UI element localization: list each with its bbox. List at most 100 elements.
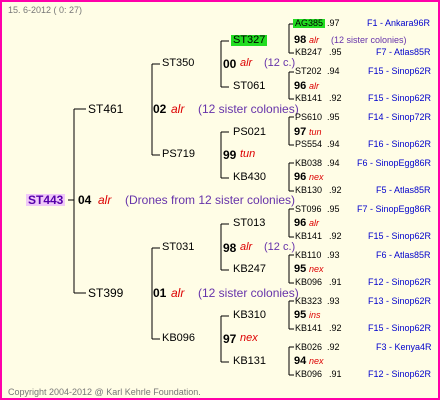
- gen3-generation: 96: [294, 80, 307, 92]
- gen4-reference: F7 - Atlas85R: [376, 47, 431, 57]
- gen4-queen-id[interactable]: KB141: [295, 94, 322, 103]
- gen4-queen-id[interactable]: KB038: [295, 159, 322, 168]
- gen3-queen-id[interactable]: ST061: [233, 81, 265, 92]
- gen1-race: alr: [171, 286, 185, 300]
- gen1-generation: 01: [153, 286, 167, 300]
- gen4-queen-id[interactable]: KB141: [295, 324, 322, 333]
- header-date: 15. 6-2012 ( 0: 27): [8, 5, 83, 15]
- gen1-note: (12 sister colonies): [198, 102, 299, 116]
- gen4-reference: F6 - Atlas85R: [376, 250, 431, 260]
- gen4-year: .95: [327, 204, 340, 214]
- gen4-year: .97: [327, 18, 340, 28]
- gen4-queen-id[interactable]: ST202: [295, 67, 322, 76]
- gen4-year: .95: [327, 112, 340, 122]
- gen4-year: .92: [329, 185, 342, 195]
- gen4-queen-id[interactable]: AG385: [293, 19, 326, 28]
- gen4-year: .92: [327, 342, 340, 352]
- gen3-generation: 96: [294, 171, 307, 183]
- gen2-queen-id[interactable]: PS719: [162, 149, 195, 160]
- gen4-reference: F14 - Sinop72R: [368, 112, 432, 122]
- gen2-race: tun: [240, 148, 256, 160]
- gen2-race: alr: [240, 57, 253, 69]
- gen4-reference: F7 - SinopEgg86R: [357, 204, 432, 214]
- gen2-queen-id[interactable]: KB096: [162, 333, 195, 344]
- gen2-race: nex: [240, 332, 258, 344]
- root-race: alr: [98, 193, 112, 207]
- gen4-year: .94: [327, 139, 340, 149]
- gen4-reference: F15 - Sinop62R: [368, 66, 432, 76]
- gen4-reference: F12 - Sinop62R: [368, 369, 432, 379]
- gen3-generation: 95: [294, 263, 307, 275]
- gen4-year: .95: [329, 47, 342, 57]
- gen3-generation: 95: [294, 309, 307, 321]
- gen2-generation: 98: [223, 241, 237, 255]
- gen4-year: .93: [327, 296, 340, 306]
- gen1-generation: 02: [153, 102, 167, 116]
- gen3-generation: 97: [294, 126, 307, 138]
- gen4-year: .91: [329, 369, 342, 379]
- gen2-generation: 00: [223, 57, 237, 71]
- gen3-queen-id[interactable]: ST327: [231, 35, 268, 46]
- gen4-queen-id[interactable]: KB323: [295, 297, 322, 306]
- gen4-queen-id[interactable]: KB096: [295, 370, 322, 379]
- gen1-queen-id[interactable]: ST399: [88, 287, 123, 299]
- gen3-note: (12 sister colonies): [331, 35, 407, 45]
- gen3-race: nex: [309, 172, 324, 182]
- gen4-queen-id[interactable]: ST096: [295, 205, 322, 214]
- gen3-queen-id[interactable]: KB247: [233, 264, 266, 275]
- gen3-queen-id[interactable]: KB131: [233, 356, 266, 367]
- gen3-queen-id[interactable]: KB310: [233, 310, 266, 321]
- gen4-reference: F15 - Sinop62R: [368, 93, 432, 103]
- gen4-year: .94: [327, 66, 340, 76]
- gen3-race: alr: [309, 81, 320, 91]
- gen4-reference: F6 - SinopEgg86R: [357, 158, 432, 168]
- gen4-reference: F13 - Sinop62R: [368, 296, 432, 306]
- gen4-reference: F15 - Sinop62R: [368, 231, 432, 241]
- gen3-generation: 96: [294, 217, 307, 229]
- gen2-queen-id[interactable]: ST350: [162, 58, 194, 69]
- pedigree-frame: 15. 6-2012 ( 0: 27) Copyright 2004-2012 …: [0, 0, 440, 400]
- gen4-year: .92: [329, 323, 342, 333]
- gen3-queen-id[interactable]: ST013: [233, 218, 265, 229]
- root-generation: 04: [78, 193, 92, 207]
- gen4-year: .92: [329, 231, 342, 241]
- gen4-reference: F12 - Sinop62R: [368, 277, 432, 287]
- gen1-race: alr: [171, 102, 185, 116]
- gen4-reference: F16 - Sinop62R: [368, 139, 432, 149]
- gen3-queen-id[interactable]: PS021: [233, 127, 266, 138]
- gen4-queen-id[interactable]: PS554: [295, 140, 322, 149]
- gen4-queen-id[interactable]: KB141: [295, 232, 322, 241]
- gen4-queen-id[interactable]: KB110: [295, 251, 321, 260]
- gen2-note: (12 c.): [264, 241, 296, 253]
- gen4-year: .92: [329, 93, 342, 103]
- gen3-queen-id[interactable]: KB430: [233, 172, 266, 183]
- gen1-queen-id[interactable]: ST461: [88, 103, 123, 115]
- gen4-reference: F3 - Kenya4R: [376, 342, 432, 352]
- gen4-queen-id[interactable]: KB026: [295, 343, 322, 352]
- gen3-generation: 94: [294, 355, 307, 367]
- copyright-footer: Copyright 2004-2012 @ Karl Kehrle Founda…: [8, 387, 201, 397]
- gen4-queen-id[interactable]: KB096: [295, 278, 322, 287]
- gen3-race: nex: [309, 264, 324, 274]
- gen4-reference: F5 - Atlas85R: [376, 185, 431, 195]
- gen2-note: (12 c.): [264, 57, 296, 69]
- gen4-year: .91: [329, 277, 342, 287]
- gen3-race: alr: [309, 218, 320, 228]
- gen4-queen-id[interactable]: KB130: [295, 186, 322, 195]
- gen3-race: tun: [309, 127, 322, 137]
- gen4-queen-id[interactable]: KB247: [295, 48, 322, 57]
- gen2-queen-id[interactable]: ST031: [162, 242, 194, 253]
- gen2-generation: 99: [223, 148, 237, 162]
- gen2-race: alr: [240, 241, 253, 253]
- gen4-year: .94: [327, 158, 340, 168]
- gen3-race: ins: [309, 310, 321, 320]
- gen4-queen-id[interactable]: PS610: [295, 113, 322, 122]
- gen3-generation: 98: [294, 34, 307, 46]
- root-queen-id[interactable]: ST443: [26, 194, 66, 206]
- gen4-year: .93: [327, 250, 340, 260]
- root-note: (Drones from 12 sister colonies): [125, 193, 296, 207]
- gen3-race: alr: [309, 35, 320, 45]
- gen4-reference: F1 - Ankara96R: [367, 18, 431, 28]
- gen1-note: (12 sister colonies): [198, 286, 299, 300]
- gen4-reference: F15 - Sinop62R: [368, 323, 432, 333]
